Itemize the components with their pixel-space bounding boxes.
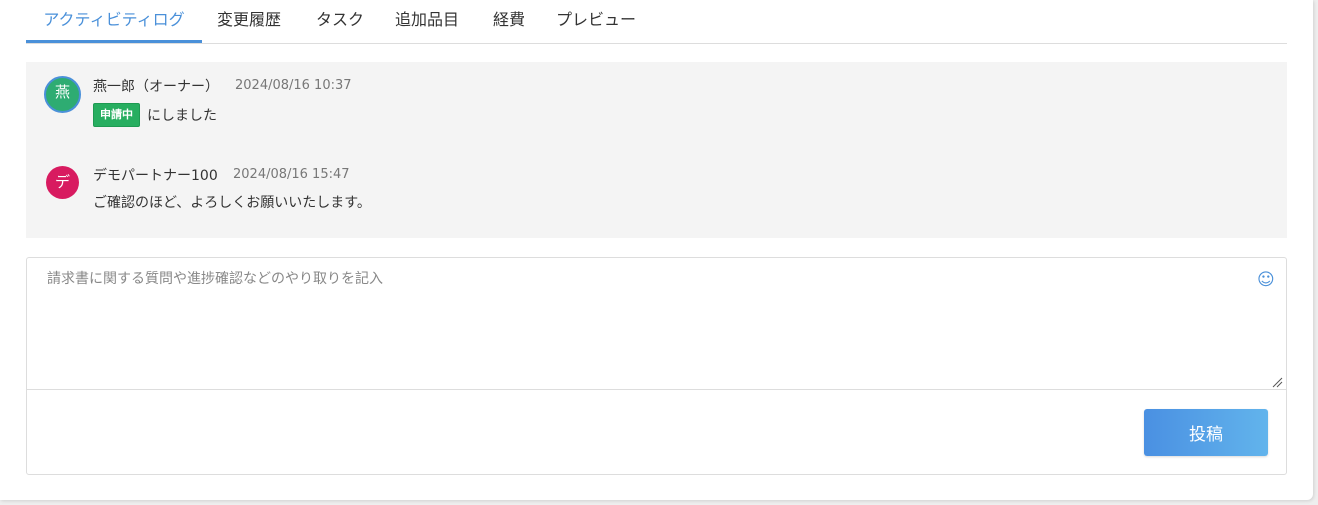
activity-message: にしました <box>147 108 217 124</box>
tab-preview[interactable]: プレビュー <box>546 0 646 41</box>
activity-card: アクティビティログ 変更履歴 タスク 追加品目 経費 プレビュー 燕 燕一郎（オ… <box>0 0 1313 500</box>
status-badge: 申請中 <box>93 103 140 127</box>
post-button[interactable]: 投稿 <box>1144 409 1268 456</box>
tab-activity-log[interactable]: アクティビティログ <box>26 0 202 43</box>
resize-handle-icon[interactable] <box>1271 376 1283 388</box>
timestamp: 2024/08/16 15:47 <box>233 167 350 182</box>
comment-input[interactable] <box>27 258 1286 390</box>
timestamp: 2024/08/16 10:37 <box>235 78 352 93</box>
author-name[interactable]: デモパートナー100 <box>93 165 218 185</box>
activity-log: 燕 燕一郎（オーナー） 2024/08/16 10:37 申請中 にしました デ… <box>26 62 1287 238</box>
comment-composer: ☺ 投稿 <box>26 257 1287 475</box>
tab-change-history[interactable]: 変更履歴 <box>209 0 289 41</box>
tab-expenses[interactable]: 経費 <box>485 0 533 41</box>
avatar: デ <box>46 166 79 199</box>
activity-message: ご確認のほど、よろしくお願いいたします。 <box>93 195 371 211</box>
tab-tasks[interactable]: タスク <box>305 0 375 41</box>
tab-additional-items[interactable]: 追加品目 <box>387 0 467 41</box>
author-name[interactable]: 燕一郎（オーナー） <box>93 76 219 96</box>
avatar: 燕 <box>44 76 81 113</box>
smiley-icon[interactable]: ☺ <box>1257 270 1275 290</box>
tab-bar: アクティビティログ 変更履歴 タスク 追加品目 経費 プレビュー <box>26 0 1287 44</box>
